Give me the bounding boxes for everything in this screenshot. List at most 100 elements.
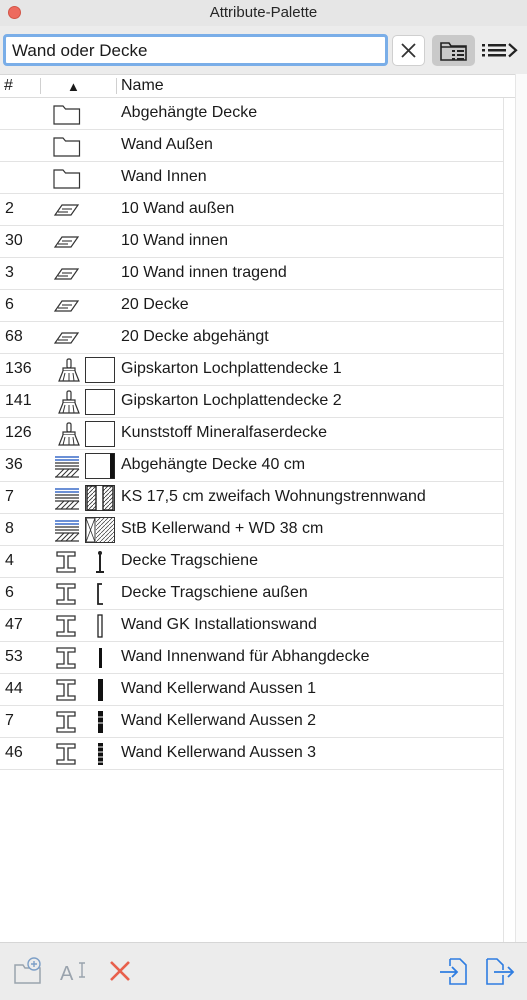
table-row[interactable]: 7 KS 17,5 cm zweifach Wohnungstrennwand xyxy=(0,482,503,514)
row-number: 6 xyxy=(5,584,14,601)
profile-icon xyxy=(52,581,82,607)
table-row[interactable]: 53 Wand Innenwand für Abhangdecke xyxy=(0,642,503,674)
vertical-scrollbar[interactable] xyxy=(515,74,527,942)
sort-ascending-icon[interactable]: ▲ xyxy=(67,79,80,94)
preview-blank-icon xyxy=(85,357,115,383)
import-button[interactable] xyxy=(438,955,470,987)
table-row[interactable]: 30 10 Wand innen xyxy=(0,226,503,258)
export-button[interactable] xyxy=(483,955,515,987)
table-row[interactable]: 7 Wand Kellerwand Aussen 2 xyxy=(0,706,503,738)
composite-icon xyxy=(52,485,82,511)
attribute-table: # ▲ Name Abgehängte Decke Wand Außen Wand … xyxy=(0,74,515,943)
profile-icon xyxy=(52,549,82,575)
layer-icon xyxy=(52,261,82,287)
composite-icon xyxy=(52,453,82,479)
row-name: Gipskarton Lochplattendecke 1 xyxy=(121,360,342,377)
preview-composite-3-icon xyxy=(85,517,115,543)
preview-profile-thin-icon xyxy=(85,613,115,639)
row-name: Kunststoff Mineralfaserdecke xyxy=(121,424,328,441)
row-number: 46 xyxy=(5,744,23,761)
table-row[interactable]: 46 Wand Kellerwand Aussen 3 xyxy=(0,738,503,770)
preview-profile-thick-icon xyxy=(85,677,115,703)
preview-composite-2-icon xyxy=(85,485,115,511)
table-row[interactable]: 2 10 Wand außen xyxy=(0,194,503,226)
surface-brush-icon xyxy=(52,389,82,415)
row-name: KS 17,5 cm zweifach Wohnungstrennwand xyxy=(121,488,426,505)
row-number: 6 xyxy=(5,296,14,313)
surface-brush-icon xyxy=(52,421,82,447)
folder-icon xyxy=(52,101,82,127)
folder-tree-icon xyxy=(440,42,467,61)
search-field[interactable] xyxy=(3,34,388,66)
delete-icon xyxy=(110,961,130,981)
bottom-toolbar: A xyxy=(0,942,527,1000)
new-folder-button[interactable] xyxy=(12,955,44,987)
row-name: Abgehängte Decke xyxy=(121,104,258,121)
row-name: Wand Kellerwand Aussen 3 xyxy=(121,744,317,761)
table-row[interactable]: Abgehängte Decke xyxy=(0,98,503,130)
list-arrow-icon xyxy=(482,43,518,58)
row-number: 141 xyxy=(5,392,32,409)
search-row xyxy=(0,26,527,74)
row-name: StB Kellerwand + WD 38 cm xyxy=(121,520,324,537)
row-number: 36 xyxy=(5,456,23,473)
preview-profile-l-icon xyxy=(85,581,115,607)
layer-icon xyxy=(52,197,82,223)
layer-icon xyxy=(52,293,82,319)
row-name: Gipskarton Lochplattendecke 2 xyxy=(121,392,342,409)
new-folder-icon xyxy=(14,957,41,984)
table-row[interactable]: 8 StB Kellerwand + WD 38 cm xyxy=(0,514,503,546)
table-row[interactable]: 6 20 Decke xyxy=(0,290,503,322)
row-name: Wand Außen xyxy=(121,136,213,153)
export-icon xyxy=(486,958,515,985)
layer-icon xyxy=(52,229,82,255)
row-number: 30 xyxy=(5,232,23,249)
preview-profile-dash-icon xyxy=(85,709,115,735)
preview-profile-t-icon xyxy=(85,549,115,575)
table-row[interactable]: 68 20 Decke abgehängt xyxy=(0,322,503,354)
clear-search-button[interactable] xyxy=(392,35,425,66)
row-name: Wand Kellerwand Aussen 1 xyxy=(121,680,317,697)
folder-view-button[interactable] xyxy=(432,35,475,66)
folder-icon xyxy=(52,165,82,191)
surface-brush-icon xyxy=(52,357,82,383)
table-row[interactable]: 141 Gipskarton Lochplattendecke 2 xyxy=(0,386,503,418)
table-row[interactable]: 4 Decke Tragschiene xyxy=(0,546,503,578)
row-number: 53 xyxy=(5,648,23,665)
table-row[interactable]: 44 Wand Kellerwand Aussen 1 xyxy=(0,674,503,706)
column-name-header[interactable]: Name xyxy=(121,77,164,95)
row-number: 126 xyxy=(5,424,32,441)
row-name: Decke Tragschiene außen xyxy=(121,584,308,601)
table-header: # ▲ Name xyxy=(0,75,515,98)
column-number-header[interactable]: # xyxy=(4,77,13,95)
table-row[interactable]: 47 Wand GK Installationswand xyxy=(0,610,503,642)
table-row[interactable]: 136 Gipskarton Lochplattendecke 1 xyxy=(0,354,503,386)
row-name: Wand Kellerwand Aussen 2 xyxy=(121,712,317,729)
table-row[interactable]: Wand Außen xyxy=(0,130,503,162)
row-name: 10 Wand innen xyxy=(121,232,229,249)
row-number: 8 xyxy=(5,520,14,537)
row-number: 7 xyxy=(5,488,14,505)
preview-profile-bar-icon xyxy=(85,645,115,671)
table-row[interactable]: 3 10 Wand innen tragend xyxy=(0,258,503,290)
preview-blank-icon xyxy=(85,421,115,447)
delete-button[interactable] xyxy=(104,955,136,987)
table-row[interactable]: 36 Abgehängte Decke 40 cm xyxy=(0,450,503,482)
import-icon xyxy=(440,958,467,985)
list-view-button[interactable] xyxy=(479,35,521,66)
title-bar: Attribute-Palette xyxy=(0,0,527,27)
table-row[interactable]: Wand Innen xyxy=(0,162,503,194)
close-icon xyxy=(401,43,416,58)
rename-button[interactable]: A xyxy=(58,955,90,987)
column-divider xyxy=(503,98,504,943)
attribute-list: Abgehängte Decke Wand Außen Wand Innen 2 10 … xyxy=(0,98,503,770)
row-number: 2 xyxy=(5,200,14,217)
row-number: 68 xyxy=(5,328,23,345)
table-row[interactable]: 126 Kunststoff Mineralfaserdecke xyxy=(0,418,503,450)
table-row[interactable]: 6 Decke Tragschiene außen xyxy=(0,578,503,610)
profile-icon xyxy=(52,677,82,703)
search-input[interactable] xyxy=(12,39,382,63)
window-title: Attribute-Palette xyxy=(209,4,318,21)
composite-icon xyxy=(52,517,82,543)
svg-text:A: A xyxy=(60,963,74,985)
